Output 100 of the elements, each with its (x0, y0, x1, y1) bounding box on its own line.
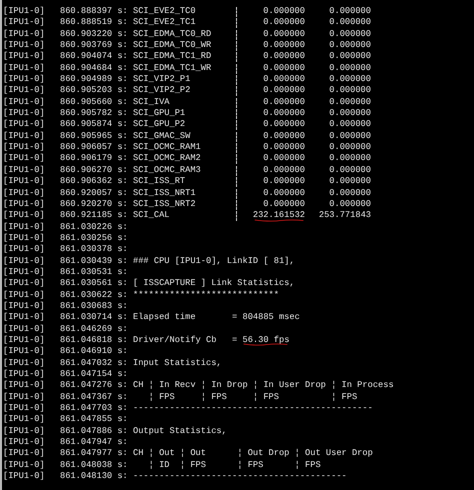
log-message: ¦ FPS ¦ FPS ¦ FPS ¦ FPS (148, 392, 358, 404)
source-label: [IPU1-0] (3, 471, 46, 482)
source-label: [IPU1-0] (3, 164, 46, 176)
timestamp: 861.047703 s: (60, 403, 129, 414)
value-text: 0.000000 (263, 17, 305, 29)
timestamp: 861.047154 s: (60, 369, 129, 380)
value-text: 0.000000 (329, 40, 371, 52)
timestamp: 860.905874 s: (60, 119, 129, 131)
value-text: 0.000000 (263, 142, 305, 154)
register-name: SCI_EDMA_TC0_WR (133, 40, 212, 52)
source-label: [IPU1-0] (3, 448, 46, 460)
timestamp: 861.048038 s: (60, 460, 129, 472)
log-message: **************************** (133, 290, 279, 301)
source-label: [IPU1-0] (3, 198, 46, 210)
timestamp: 860.905965 s: (60, 130, 129, 142)
log-message: [ ISSCAPTURE ] Link Statistics, (133, 278, 295, 290)
timestamp: 860.903769 s: (60, 40, 129, 52)
value-text: 0.000000 (329, 62, 371, 74)
timestamp: 860.905782 s: (60, 108, 129, 120)
timestamp: 861.030256 s: (60, 232, 129, 244)
value-text: 0.000000 (263, 153, 305, 165)
value-text: 0.000000 (329, 96, 371, 108)
timestamp: 860.906057 s: (60, 142, 129, 154)
register-name: SCI_EVE2_TC0 (133, 6, 197, 18)
register-name: SCI_GPU_P2 (133, 119, 186, 131)
register-name: SCI_CAL (133, 210, 170, 222)
source-label: [IPU1-0] (3, 28, 46, 40)
value-text: 0.000000 (329, 28, 371, 40)
log-message: Input Statistics, (133, 358, 222, 369)
timestamp: 861.030561 s: (60, 278, 129, 290)
value-text: 0.000000 (329, 188, 371, 199)
source-label: [IPU1-0] (3, 380, 46, 392)
source-label: [IPU1-0] (3, 210, 46, 222)
source-label: [IPU1-0] (3, 40, 46, 52)
value-text: 0.000000 (263, 130, 305, 142)
value-text: 0.000000 (329, 51, 371, 63)
value-text: 0.000000 (263, 62, 305, 74)
timestamp: 861.047947 s: (60, 437, 129, 448)
source-label: [IPU1-0] (3, 437, 46, 448)
source-label: [IPU1-0] (3, 74, 46, 86)
timestamp: 860.921185 s: (60, 210, 129, 222)
timestamp: 861.047886 s: (60, 426, 129, 438)
register-name: SCI_EDMA_TC1_RD (133, 51, 212, 63)
timestamp: 861.047977 s: (60, 448, 129, 460)
value-text: 56.30 fps (242, 334, 290, 346)
timestamp: 861.047855 s: (60, 414, 129, 426)
source-label: [IPU1-0] (3, 369, 46, 380)
timestamp: 860.906362 s: (60, 176, 129, 188)
timestamp: 861.030378 s: (60, 244, 129, 256)
register-name: SCI_OCMC_RAM2 (133, 153, 202, 165)
source-label: [IPU1-0] (3, 460, 46, 472)
timestamp: 860.920270 s: (60, 198, 129, 210)
register-name: SCI_ISS_NRT2 (133, 198, 197, 210)
log-message: ### CPU [IPU1-0], LinkID [ 81], (133, 256, 295, 267)
source-label: [IPU1-0] (3, 244, 46, 256)
timestamp: 860.905203 s: (60, 85, 129, 97)
source-label: [IPU1-0] (3, 142, 46, 154)
timestamp: 861.046910 s: (60, 346, 129, 358)
timestamp: 860.920057 s: (60, 188, 129, 199)
register-name: SCI_VIP2_P2 (133, 85, 192, 97)
value-text: 0.000000 (263, 164, 305, 176)
source-label: [IPU1-0] (3, 176, 46, 188)
value-text: 0.000000 (329, 6, 371, 18)
register-name: SCI_EDMA_TC0_RD (133, 28, 212, 40)
value-text: 0.000000 (329, 17, 371, 29)
value-text: 0.000000 (263, 40, 305, 52)
source-label: [IPU1-0] (3, 130, 46, 142)
source-label: [IPU1-0] (3, 85, 46, 97)
value-text: 253.771843 (318, 210, 371, 222)
source-label: [IPU1-0] (3, 266, 46, 278)
register-name: SCI_OCMC_RAM1 (133, 142, 202, 154)
value-text: 0.000000 (329, 119, 371, 131)
value-text: 0.000000 (263, 96, 305, 108)
timestamp: 861.048130 s: (60, 471, 129, 482)
register-name: SCI_GPU_P1 (133, 108, 186, 120)
value-text: 0.000000 (263, 108, 305, 120)
value-text: 0.000000 (329, 108, 371, 120)
source-label: [IPU1-0] (3, 256, 46, 267)
source-label: [IPU1-0] (3, 51, 46, 63)
value-text: 0.000000 (329, 198, 371, 210)
source-label: [IPU1-0] (3, 334, 46, 346)
value-text: 0.000000 (263, 198, 305, 210)
log-message: ---------------------------------------------- (133, 403, 373, 414)
timestamp: 861.030714 s: (60, 312, 129, 324)
timestamp: 860.904074 s: (60, 51, 129, 63)
value-text: 232.161532 (252, 210, 305, 222)
timestamp: 861.047276 s: (60, 380, 129, 392)
source-label: [IPU1-0] (3, 6, 46, 18)
source-label: [IPU1-0] (3, 290, 46, 301)
timestamp: 861.047032 s: (60, 358, 129, 369)
source-label: [IPU1-0] (3, 222, 46, 233)
timestamp: 860.906179 s: (60, 153, 129, 165)
timestamp: 861.030622 s: (60, 290, 129, 301)
register-name: SCI_EVE2_TC1 (133, 17, 197, 29)
timestamp: 860.903220 s: (60, 28, 129, 40)
value-text: 0.000000 (329, 176, 371, 188)
timestamp: 861.047367 s: (60, 392, 129, 404)
register-name: SCI_OCMC_RAM3 (133, 164, 202, 176)
source-label: [IPU1-0] (3, 278, 46, 290)
value-text: 0.000000 (263, 85, 305, 97)
